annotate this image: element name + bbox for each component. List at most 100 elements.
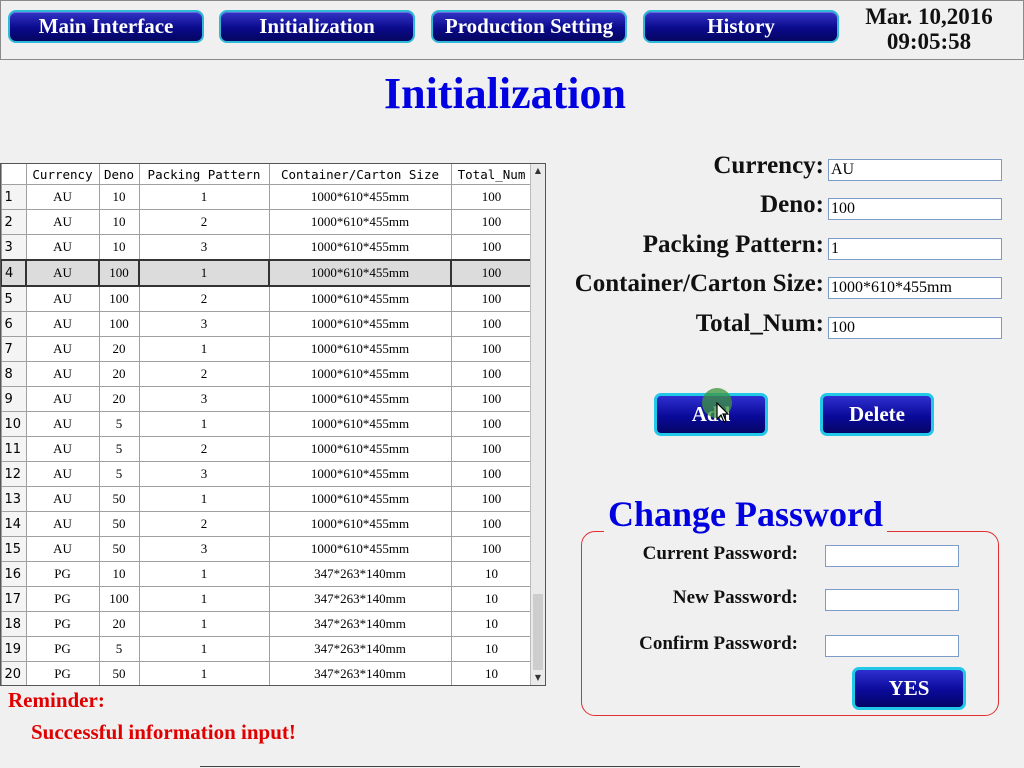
cell-packing-pattern[interactable]: 2 [138,209,270,235]
cell-currency[interactable]: AU [25,184,100,210]
cell-deno[interactable]: 10 [98,561,140,587]
cell-packing-pattern[interactable]: 1 [138,636,270,662]
cell-total-num[interactable]: 10 [450,561,533,587]
cell-deno[interactable]: 20 [98,386,140,412]
row-number[interactable]: 10 [1,411,27,437]
cell-total-num[interactable]: 10 [450,611,533,637]
row-number[interactable]: 8 [1,361,27,387]
row-number[interactable]: 5 [1,285,27,312]
cell-total-num[interactable]: 100 [450,361,533,387]
cell-total-num[interactable]: 100 [450,461,533,487]
table-row[interactable]: 11 AU 5 2 1000*610*455mm 100 [1,436,533,462]
row-number[interactable]: 13 [1,486,27,512]
table-row[interactable]: 7 AU 20 1 1000*610*455mm 100 [1,336,533,362]
table-row[interactable]: 15 AU 50 3 1000*610*455mm 100 [1,536,533,562]
deno-input[interactable] [828,198,1002,220]
cell-currency[interactable]: PG [25,661,100,685]
cell-packing-pattern[interactable]: 1 [138,611,270,637]
cell-packing-pattern[interactable]: 3 [138,461,270,487]
table-row[interactable]: 19 PG 5 1 347*263*140mm 10 [1,636,533,662]
cell-packing-pattern[interactable]: 3 [138,386,270,412]
row-number[interactable]: 4 [1,259,27,287]
cell-total-num[interactable]: 100 [450,311,533,337]
column-header-container-size[interactable]: Container/Carton Size [268,164,452,185]
table-row[interactable]: 5 AU 100 2 1000*610*455mm 100 [1,285,533,312]
cell-container-size[interactable]: 1000*610*455mm [268,311,452,337]
row-number[interactable]: 3 [1,234,27,261]
row-number[interactable]: 14 [1,511,27,537]
cell-deno[interactable]: 50 [98,536,140,562]
cell-currency[interactable]: AU [25,536,100,562]
cell-currency[interactable]: PG [25,611,100,637]
cell-packing-pattern[interactable]: 1 [138,586,270,612]
nav-history-button[interactable]: History [643,10,839,43]
cell-currency[interactable]: AU [25,486,100,512]
cell-deno[interactable]: 10 [98,234,140,261]
cell-currency[interactable]: AU [25,386,100,412]
cell-container-size[interactable]: 1000*610*455mm [268,511,452,537]
table-row[interactable]: 17 PG 100 1 347*263*140mm 10 [1,586,533,612]
confirm-password-input[interactable] [825,635,959,657]
row-number[interactable]: 11 [1,436,27,462]
packing-pattern-input[interactable] [828,238,1002,260]
nav-initialization-button[interactable]: Initialization [219,10,415,43]
cell-deno[interactable]: 10 [98,184,140,210]
cell-container-size[interactable]: 1000*610*455mm [268,436,452,462]
cell-packing-pattern[interactable]: 3 [138,311,270,337]
cell-packing-pattern[interactable]: 2 [138,361,270,387]
table-row[interactable]: 1 AU 10 1 1000*610*455mm 100 [1,184,533,210]
table-row[interactable]: 14 AU 50 2 1000*610*455mm 100 [1,511,533,537]
cell-container-size[interactable]: 1000*610*455mm [268,234,452,261]
cell-packing-pattern[interactable]: 1 [138,411,270,437]
cell-deno[interactable]: 5 [98,636,140,662]
cell-currency[interactable]: AU [25,336,100,362]
cell-packing-pattern[interactable]: 3 [138,234,270,261]
table-row[interactable]: 3 AU 10 3 1000*610*455mm 100 [1,234,533,261]
container-size-input[interactable] [828,277,1002,299]
delete-button[interactable]: Delete [820,393,934,436]
cell-deno[interactable]: 20 [98,361,140,387]
currency-input[interactable] [828,159,1002,181]
cell-packing-pattern[interactable]: 2 [138,285,270,312]
cell-total-num[interactable]: 10 [450,636,533,662]
cell-total-num[interactable]: 10 [450,586,533,612]
cell-currency[interactable]: PG [25,636,100,662]
cell-packing-pattern[interactable]: 1 [138,336,270,362]
cell-currency[interactable]: PG [25,586,100,612]
row-number[interactable]: 15 [1,536,27,562]
cell-packing-pattern[interactable]: 2 [138,511,270,537]
cell-currency[interactable]: AU [25,311,100,337]
column-header-currency[interactable]: Currency [25,164,100,185]
column-header-deno[interactable]: Deno [98,164,140,185]
table-row[interactable]: 2 AU 10 2 1000*610*455mm 100 [1,209,533,235]
yes-button[interactable]: YES [852,667,966,710]
total-num-input[interactable] [828,317,1002,339]
row-number[interactable]: 9 [1,386,27,412]
row-number[interactable]: 20 [1,661,27,685]
cell-container-size[interactable]: 347*263*140mm [268,636,452,662]
cell-total-num[interactable]: 100 [450,336,533,362]
cell-currency[interactable]: AU [25,234,100,261]
cell-container-size[interactable]: 347*263*140mm [268,661,452,685]
cell-deno[interactable]: 100 [98,311,140,337]
cell-total-num[interactable]: 100 [450,184,533,210]
cell-total-num[interactable]: 100 [450,285,533,312]
cell-deno[interactable]: 100 [98,259,140,287]
cell-total-num[interactable]: 100 [450,411,533,437]
cell-container-size[interactable]: 1000*610*455mm [268,285,452,312]
row-number[interactable]: 19 [1,636,27,662]
cell-currency[interactable]: PG [25,561,100,587]
scroll-up-arrow-icon[interactable]: ▲ [531,164,545,178]
cell-container-size[interactable]: 1000*610*455mm [268,336,452,362]
table-row[interactable]: 8 AU 20 2 1000*610*455mm 100 [1,361,533,387]
cell-deno[interactable]: 20 [98,611,140,637]
cell-currency[interactable]: AU [25,361,100,387]
row-number[interactable]: 18 [1,611,27,637]
nav-main-interface-button[interactable]: Main Interface [8,10,204,43]
row-number[interactable]: 17 [1,586,27,612]
cell-deno[interactable]: 5 [98,461,140,487]
table-row[interactable]: 12 AU 5 3 1000*610*455mm 100 [1,461,533,487]
nav-production-setting-button[interactable]: Production Setting [431,10,627,43]
cell-container-size[interactable]: 1000*610*455mm [268,184,452,210]
cell-packing-pattern[interactable]: 1 [138,661,270,685]
